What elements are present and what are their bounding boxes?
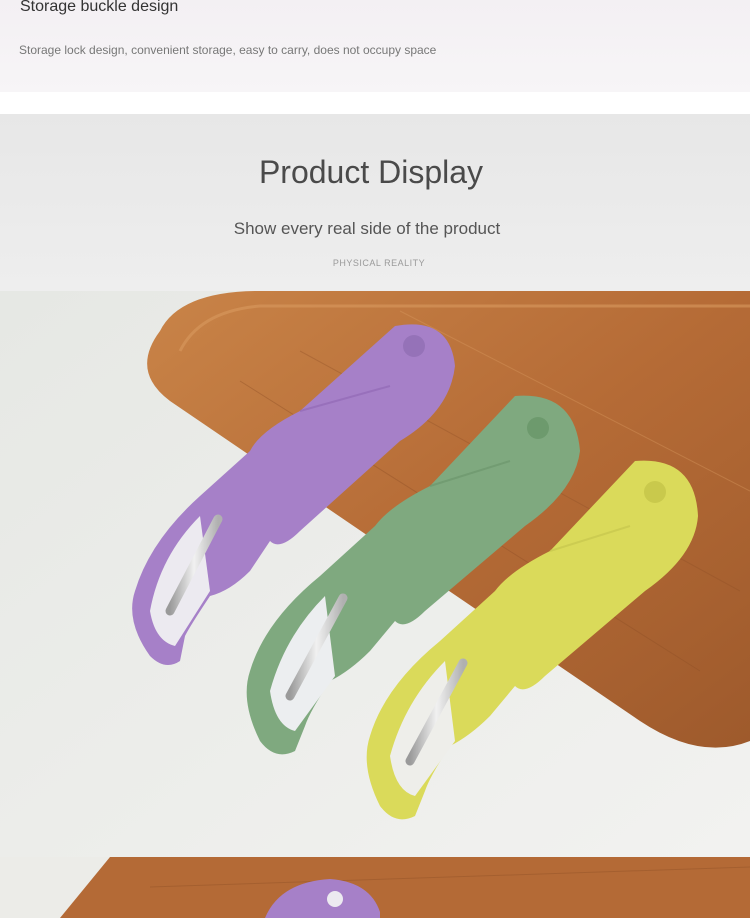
product-display-header: Product Display Show every real side of … bbox=[0, 114, 750, 291]
section-tag: PHYSICAL REALITY bbox=[332, 258, 426, 268]
storage-buckle-feature: Storage buckle design Storage lock desig… bbox=[0, 0, 750, 92]
section-subtitle: Show every real side of the product bbox=[233, 219, 501, 238]
product-photo-next bbox=[0, 857, 750, 918]
product-photo bbox=[0, 291, 750, 857]
section-title: Product Display bbox=[258, 154, 484, 190]
feature-title: Storage buckle design bbox=[20, 0, 179, 15]
feature-description: Storage lock design, convenient storage,… bbox=[19, 43, 437, 57]
